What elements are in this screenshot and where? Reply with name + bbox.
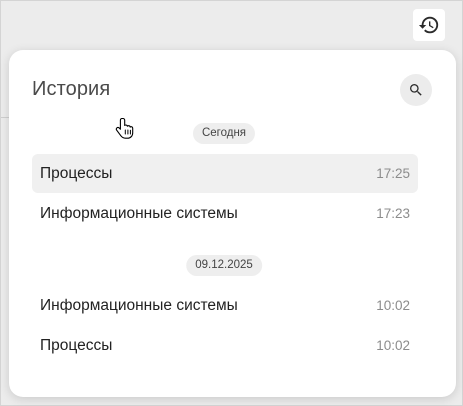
- history-item-label: Информационные системы: [40, 204, 238, 222]
- history-item-time: 17:23: [376, 206, 410, 221]
- history-button[interactable]: [413, 9, 445, 41]
- history-item-time: 10:02: [376, 298, 410, 313]
- history-item[interactable]: Процессы 10:02: [32, 326, 418, 365]
- history-popover: История Сегодня Процессы 17:25 Информаци…: [9, 50, 456, 397]
- search-button[interactable]: [400, 74, 432, 106]
- history-item-time: 17:25: [376, 166, 410, 181]
- history-item-label: Информационные системы: [40, 296, 238, 314]
- history-item[interactable]: Процессы 17:25: [32, 154, 418, 193]
- date-chip-today: Сегодня: [192, 123, 256, 144]
- history-item-label: Процессы: [40, 164, 113, 182]
- history-item[interactable]: Информационные системы 17:23: [32, 194, 418, 233]
- history-item[interactable]: Информационные системы 10:02: [32, 286, 418, 325]
- search-icon: [410, 84, 422, 96]
- history-item-time: 10:02: [376, 338, 410, 353]
- date-chip: 09.12.2025: [186, 255, 262, 276]
- history-item-label: Процессы: [40, 336, 113, 354]
- popover-title: История: [32, 78, 111, 100]
- background-divider: [1, 117, 9, 118]
- history-icon: [418, 16, 439, 34]
